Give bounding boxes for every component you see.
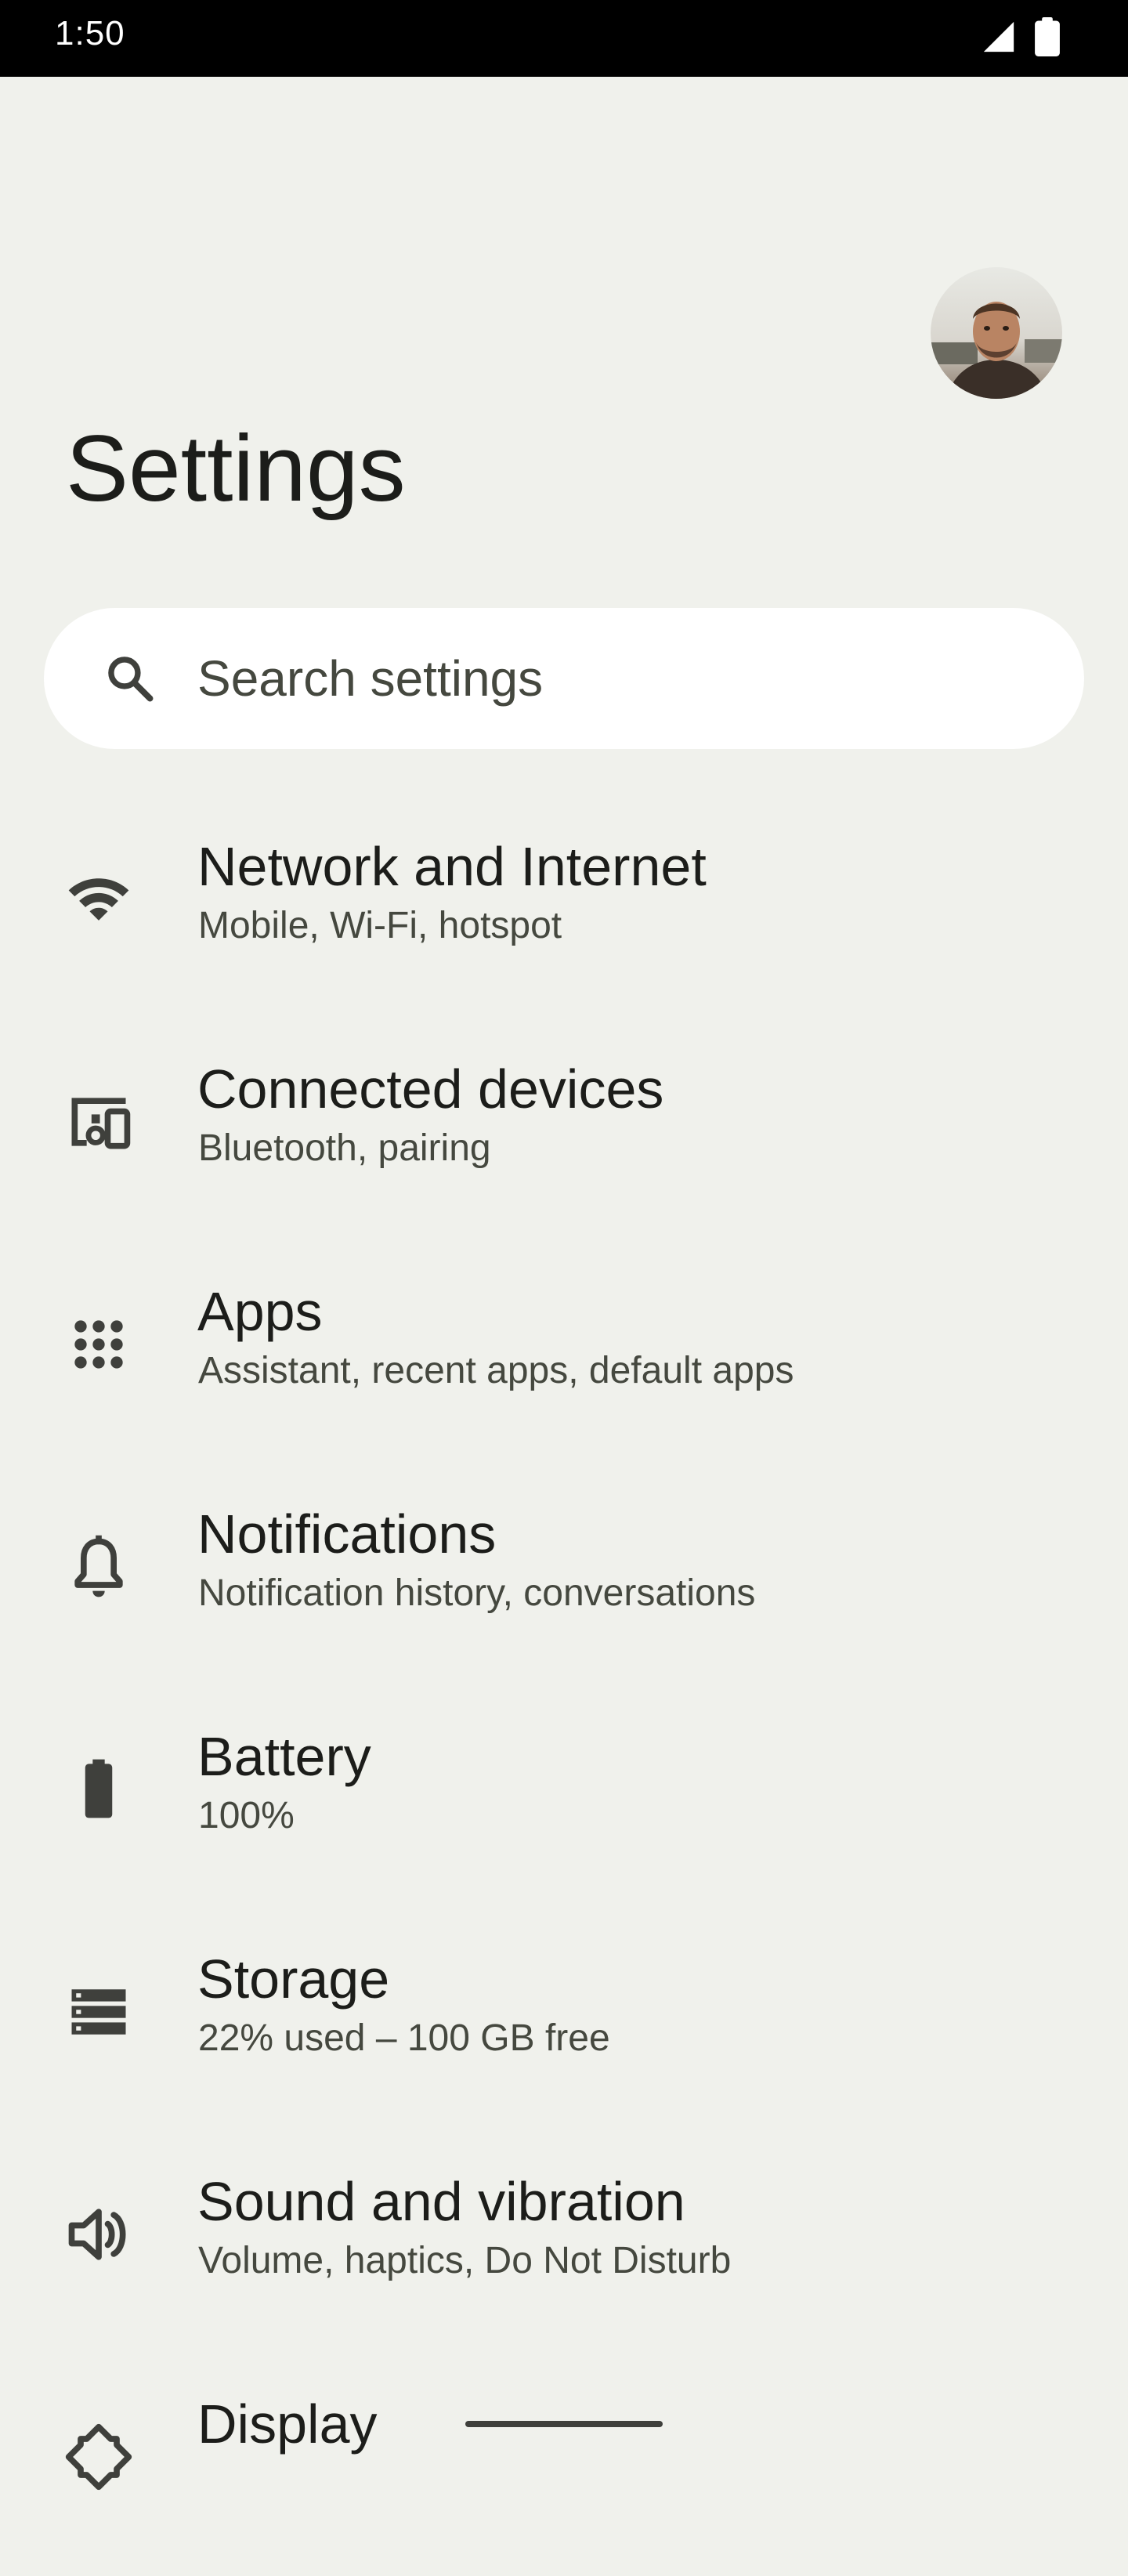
signal-icon <box>983 21 1014 52</box>
storage-icon <box>71 1989 126 2035</box>
status-time: 1:50 <box>55 14 125 52</box>
item-subtitle: Assistant, recent apps, default apps <box>198 1350 794 1391</box>
page-title: Settings <box>66 416 406 521</box>
settings-item-connected-devices[interactable]: Connected devices Bluetooth, pairing <box>0 1018 1128 1241</box>
wifi-icon <box>68 878 129 921</box>
item-subtitle: Volume, haptics, Do Not Disturb <box>198 2240 732 2281</box>
search-bar[interactable]: Search settings <box>44 608 1084 749</box>
item-title: Display <box>197 2393 378 2455</box>
apps-grid-icon <box>74 1320 123 1369</box>
gesture-navigation-bar[interactable] <box>465 2421 663 2427</box>
settings-item-apps[interactable]: Apps Assistant, recent apps, default app… <box>0 1241 1128 1463</box>
item-subtitle: Mobile, Wi-Fi, hotspot <box>198 905 562 946</box>
item-subtitle: 100% <box>198 1795 295 1836</box>
item-title: Network and Internet <box>197 836 707 897</box>
display-icon <box>65 2423 132 2491</box>
item-title: Apps <box>197 1281 323 1342</box>
item-title: Storage <box>197 1948 390 2010</box>
search-placeholder: Search settings <box>197 650 544 707</box>
item-subtitle: 22% used – 100 GB free <box>198 2017 610 2059</box>
item-title: Battery <box>197 1726 371 1787</box>
settings-item-network[interactable]: Network and Internet Mobile, Wi-Fi, hots… <box>0 796 1128 1018</box>
item-subtitle: Bluetooth, pairing <box>198 1127 491 1169</box>
bell-icon <box>74 1535 123 1597</box>
status-bar: 1:50 <box>0 0 1128 77</box>
item-title: Notifications <box>197 1503 497 1565</box>
settings-item-battery[interactable]: Battery 100% <box>0 1686 1128 1908</box>
settings-item-sound[interactable]: Sound and vibration Volume, haptics, Do … <box>0 2131 1128 2353</box>
profile-avatar[interactable] <box>931 267 1062 399</box>
search-icon <box>108 657 154 702</box>
item-title: Sound and vibration <box>197 2171 685 2232</box>
battery-icon <box>1035 17 1060 56</box>
settings-item-storage[interactable]: Storage 22% used – 100 GB free <box>0 1908 1128 2131</box>
item-title: Connected devices <box>197 1058 664 1120</box>
avatar-image <box>931 267 1062 399</box>
settings-item-notifications[interactable]: Notifications Notification history, conv… <box>0 1463 1128 1686</box>
battery-icon <box>85 1759 113 1818</box>
speaker-icon <box>68 2209 126 2260</box>
devices-icon <box>71 1098 131 1149</box>
item-subtitle: Notification history, conversations <box>198 1572 756 1614</box>
settings-item-display[interactable]: Display <box>0 2353 1128 2576</box>
